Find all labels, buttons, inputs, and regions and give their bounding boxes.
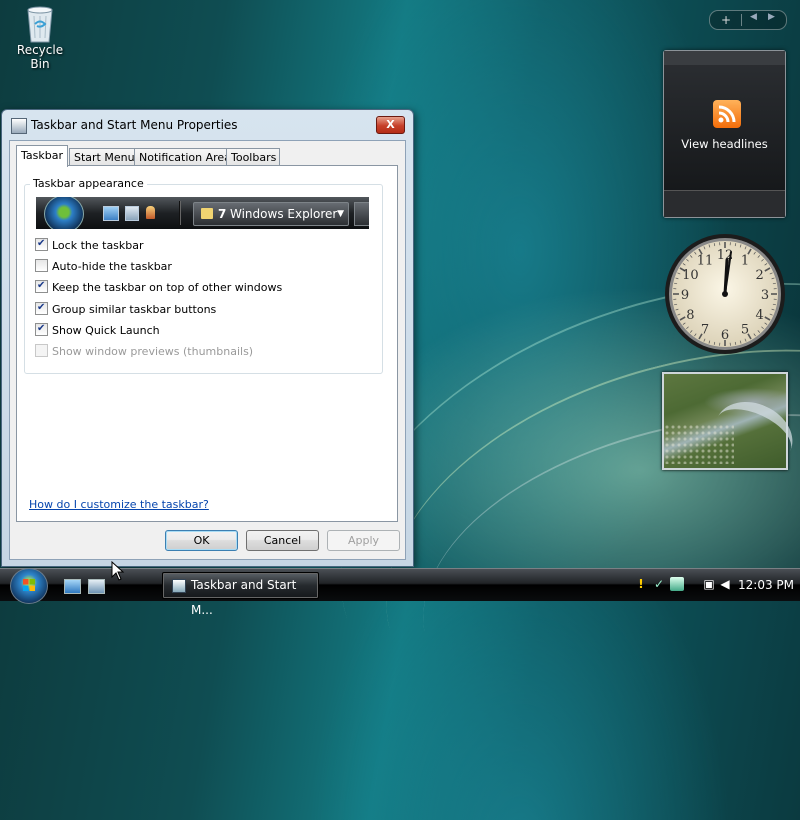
cancel-button[interactable]: Cancel: [246, 530, 319, 551]
clock-gadget[interactable]: 121234567891011: [663, 232, 787, 359]
rss-icon: [713, 100, 741, 128]
task-button-label: Taskbar and Start M...: [191, 573, 318, 623]
taskbar-properties-icon: [11, 118, 27, 134]
dialog-body: Taskbar Start Menu Notification Area Too…: [9, 140, 406, 560]
clock-number: 6: [721, 328, 729, 343]
option-keep-on-top[interactable]: Keep the taskbar on top of other windows: [35, 280, 282, 296]
taskbar-properties-icon: [172, 579, 186, 593]
option-group-buttons[interactable]: Group similar taskbar buttons: [35, 302, 216, 318]
preview-next-button: [354, 202, 369, 226]
folder-icon: [201, 208, 213, 219]
window-title: Taskbar and Start Menu Properties: [31, 118, 238, 132]
clock-number: 4: [756, 308, 764, 323]
option-label: Group similar taskbar buttons: [52, 303, 216, 316]
option-label: Show window previews (thumbnails): [52, 345, 253, 358]
tab-taskbar[interactable]: Taskbar: [16, 145, 68, 167]
close-button[interactable]: X: [376, 116, 405, 134]
option-label: Show Quick Launch: [52, 324, 160, 337]
start-button[interactable]: [10, 568, 48, 604]
group-buttons-checkbox[interactable]: [35, 302, 48, 315]
taskbar-tab-panel: Taskbar appearance 7 Windows Explorer ▼: [16, 165, 398, 522]
start-orb-preview-icon: [44, 197, 84, 229]
taskbar-properties-dialog: Taskbar and Start Menu Properties X Task…: [1, 109, 414, 567]
show-desktop-icon[interactable]: [64, 579, 81, 594]
photo-flowers: [664, 424, 734, 464]
preview-task-button: 7 Windows Explorer ▼: [193, 202, 349, 226]
tab-start-menu[interactable]: Start Menu: [69, 148, 137, 166]
clock-number: 3: [761, 288, 769, 303]
slideshow-gadget[interactable]: [662, 372, 788, 470]
tab-toolbars[interactable]: Toolbars: [226, 148, 280, 166]
clock-number: 7: [701, 323, 709, 338]
volume-muted-icon[interactable]: ◀: [718, 577, 732, 591]
clock-number: 9: [681, 288, 689, 303]
show-desktop-icon: [103, 206, 119, 221]
recycle-bin-icon: [25, 4, 55, 40]
chevron-down-icon: ▼: [337, 203, 344, 225]
taskbar-appearance-group: Taskbar appearance 7 Windows Explorer ▼: [24, 184, 383, 374]
gadget-footer: [664, 190, 785, 217]
option-window-previews: Show window previews (thumbnails): [35, 344, 253, 360]
lock-taskbar-checkbox[interactable]: [35, 238, 48, 251]
option-label: Lock the taskbar: [52, 239, 144, 252]
clock-number: 11: [697, 253, 714, 268]
notification-area: ! ✓ ▣ ◀ 12:03 PM: [628, 572, 800, 598]
help-link[interactable]: How do I customize the taskbar?: [29, 498, 209, 511]
preview-task-label: Windows Explorer: [230, 203, 337, 225]
clock-number: 1: [741, 253, 749, 268]
switch-windows-icon: [125, 206, 139, 221]
clock-face-icon: 121234567891011: [663, 232, 787, 356]
option-label: Keep the taskbar on top of other windows: [52, 281, 282, 294]
option-auto-hide[interactable]: Auto-hide the taskbar: [35, 259, 172, 275]
gadget-header: [664, 51, 785, 65]
network-icon[interactable]: ▣: [702, 577, 716, 591]
apply-button[interactable]: Apply: [327, 530, 400, 551]
clock-number: 5: [741, 323, 749, 338]
auto-hide-checkbox[interactable]: [35, 259, 48, 272]
add-gadget-button[interactable]: +: [716, 11, 736, 29]
taskbar-task-button[interactable]: Taskbar and Start M...: [162, 572, 319, 599]
feed-headlines-gadget[interactable]: View headlines: [663, 50, 786, 218]
mouse-cursor-icon: [111, 561, 125, 581]
toolbar-divider: [741, 14, 742, 26]
sidebar-tray-icon[interactable]: [670, 577, 684, 591]
option-show-quick-launch[interactable]: Show Quick Launch: [35, 323, 160, 339]
windows-flag-icon: [22, 578, 36, 592]
switch-windows-icon[interactable]: [88, 579, 105, 594]
quick-launch-checkbox[interactable]: [35, 323, 48, 336]
window-previews-checkbox: [35, 344, 48, 357]
option-label: Auto-hide the taskbar: [52, 260, 172, 273]
sidebar-toolbar: + ◀ ▶: [709, 10, 787, 30]
preview-separator: [179, 201, 180, 225]
clock-number: 2: [756, 268, 764, 283]
clock-number: 8: [686, 308, 694, 323]
clock-number: 10: [682, 268, 699, 283]
recycle-bin-shortcut[interactable]: Recycle Bin: [8, 4, 72, 71]
view-headlines-label[interactable]: View headlines: [664, 137, 785, 151]
previous-page-button[interactable]: ◀: [750, 12, 757, 22]
keep-on-top-checkbox[interactable]: [35, 280, 48, 293]
next-page-button[interactable]: ▶: [768, 12, 775, 22]
system-clock[interactable]: 12:03 PM: [736, 572, 796, 598]
option-lock-taskbar[interactable]: Lock the taskbar: [35, 238, 144, 254]
windows-update-icon[interactable]: ✓: [652, 577, 666, 591]
security-shield-icon[interactable]: !: [634, 577, 648, 591]
preview-group-count: 7: [218, 203, 226, 225]
taskbar-preview: 7 Windows Explorer ▼: [36, 197, 369, 229]
ok-button[interactable]: OK: [165, 530, 238, 551]
title-bar[interactable]: Taskbar and Start Menu Properties X: [2, 110, 413, 138]
browser-icon: [146, 206, 155, 219]
tab-notification-area[interactable]: Notification Area: [134, 148, 228, 166]
group-label: Taskbar appearance: [30, 177, 147, 190]
recycle-bin-label: Recycle Bin: [8, 43, 72, 71]
